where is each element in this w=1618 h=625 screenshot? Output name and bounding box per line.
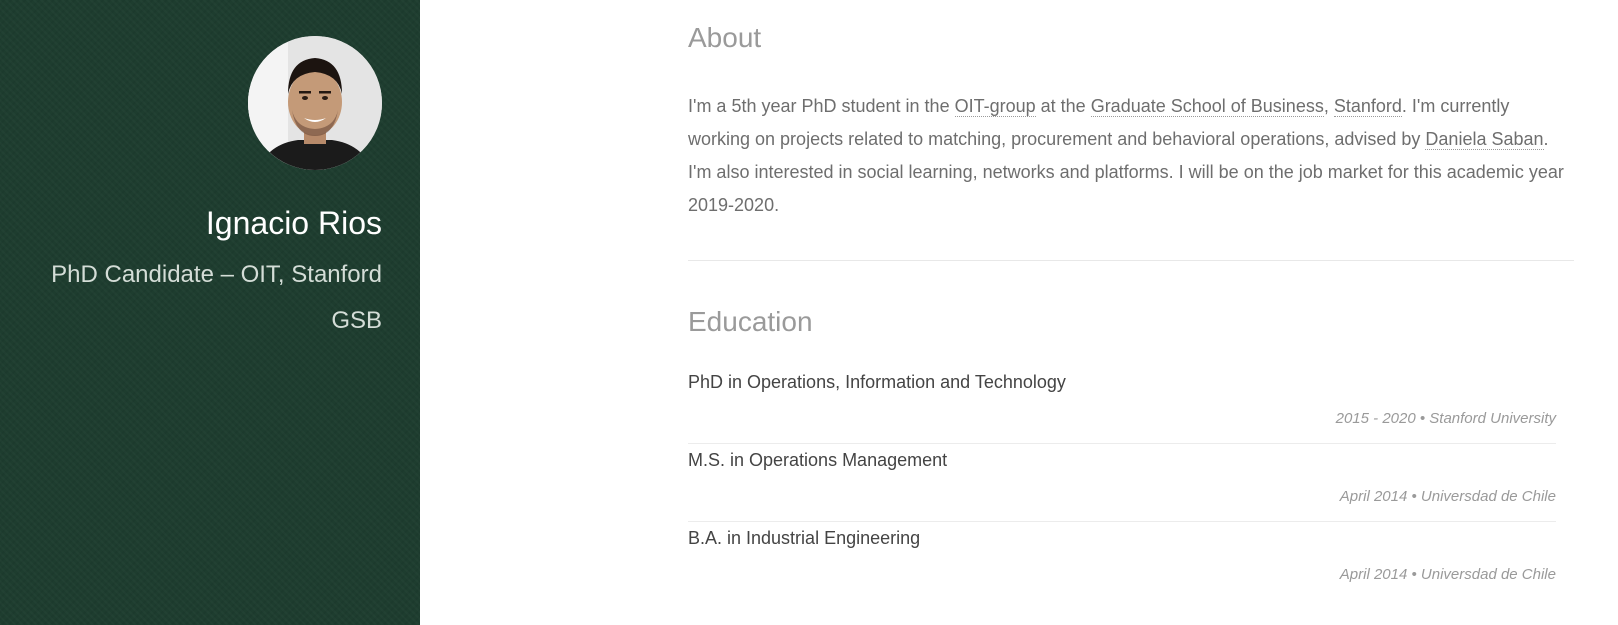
education-meta: April 2014 • Universdad de Chile (1339, 566, 1556, 583)
avatar (248, 36, 382, 170)
about-link-graduate-school-of-business[interactable]: Graduate School of Business (1090, 96, 1324, 117)
about-link-daniela-saban[interactable]: Daniela Saban (1425, 129, 1544, 150)
author-name: Ignacio Rios (205, 205, 382, 241)
education-list: PhD in Operations, Information and Techn… (688, 366, 1556, 600)
about-link-stanford[interactable]: Stanford (1333, 96, 1402, 117)
education-meta: 2015 - 2020 • Stanford University (1335, 410, 1556, 427)
author-role: PhD Candidate – OIT, Stanford GSB (51, 261, 382, 334)
education-degree: M.S. in Operations Management (688, 450, 948, 470)
education-degree: B.A. in Industrial Engineering (688, 528, 921, 548)
education-title: Education (688, 306, 813, 337)
about-text-segment: , (1323, 96, 1334, 116)
education-item: PhD in Operations, Information and Techn… (688, 366, 1556, 444)
education-meta: April 2014 • Universdad de Chile (1339, 488, 1556, 505)
about-text-segment: at the (1035, 96, 1091, 116)
education-item: B.A. in Industrial Engineering April 201… (688, 522, 1556, 600)
education-item: M.S. in Operations Management April 2014… (688, 444, 1556, 522)
avatar-photo (248, 36, 382, 170)
about-text: I'm a 5th year PhD student in the OIT-gr… (688, 90, 1574, 222)
about-title: About (688, 22, 762, 53)
section-divider (688, 260, 1574, 261)
about-link-oit-group[interactable]: OIT-group (954, 96, 1036, 117)
about-text-segment: I'm a 5th year PhD student in the (688, 96, 955, 116)
sidebar: Ignacio Rios PhD Candidate – OIT, Stanfo… (0, 0, 420, 625)
education-degree: PhD in Operations, Information and Techn… (688, 372, 1066, 392)
